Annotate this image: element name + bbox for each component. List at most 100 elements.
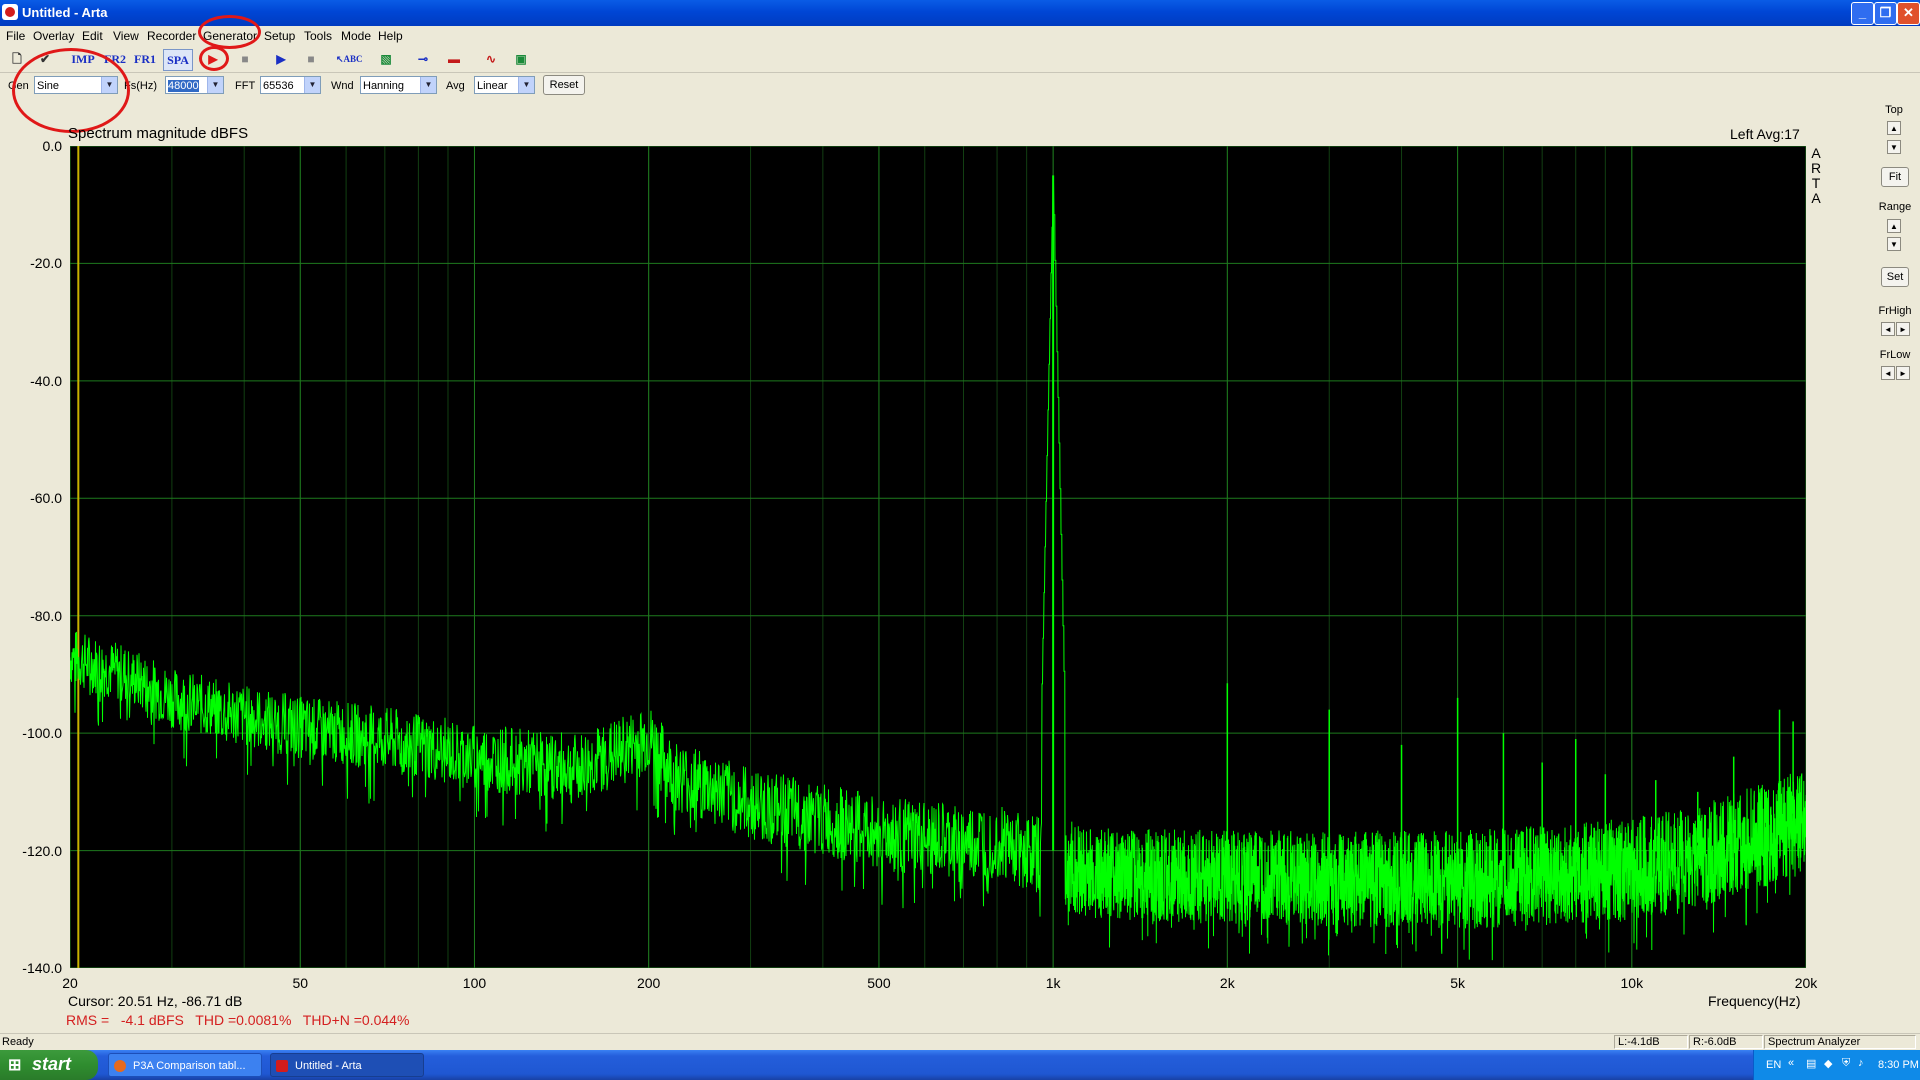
menu-mode[interactable]: Mode [341,29,371,43]
arta-icon [276,1060,288,1072]
mode-indicator: Spectrum Analyzer [1764,1035,1916,1049]
y-tick-label: -140.0 [22,960,62,976]
chevron-down-icon: ▼ [518,77,534,93]
arta-logo: A R T A [1810,146,1822,206]
x-tick-label: 20k [1794,975,1818,991]
record-stop-icon[interactable]: ■ [300,49,322,69]
x-tick-label: 200 [636,975,661,991]
top-label: Top [1885,104,1903,116]
title-bar: Untitled - Arta _ ❐ ✕ [0,0,1920,26]
menu-help[interactable]: Help [378,29,403,43]
frlow-right-button[interactable]: ► [1896,366,1910,380]
taskbar-item-firefox[interactable]: P3A Comparison tabl... [108,1053,262,1077]
x-tick-label: 100 [462,975,487,991]
window-type-select[interactable]: Hanning ▼ [360,76,437,94]
gen-highlight-circle [12,48,130,133]
frhigh-right-button[interactable]: ► [1896,322,1910,336]
cursor-readout: Cursor: 20.51 Hz, -86.71 dB [68,993,243,1009]
averaging-select[interactable]: Linear ▼ [474,76,535,94]
fit-button[interactable]: Fit [1881,167,1909,187]
clock[interactable]: 8:30 PM [1878,1059,1919,1071]
waveform-icon[interactable]: ∿ [480,49,502,69]
frlow-label: FrLow [1879,349,1911,361]
menu-recorder[interactable]: Recorder [147,29,196,43]
color-settings-icon[interactable]: ▬ [443,49,465,69]
system-tray: EN « ▤ ◆ ⛨ ♪ 8:30 PM [1753,1050,1920,1080]
chevron-down-icon: ▼ [304,77,320,93]
task-label: P3A Comparison tabl... [133,1060,246,1072]
right-level: R:-6.0dB [1689,1035,1763,1049]
cursor-tool-icon[interactable]: ⊸ [412,49,434,69]
top-down-button[interactable]: ▼ [1887,140,1901,154]
grid-settings-icon[interactable]: ▧ [375,49,397,69]
x-tick-label: 20 [62,975,78,991]
play-highlight-circle [199,46,229,71]
x-tick-label: 500 [867,975,891,991]
antivirus-icon[interactable]: ◆ [1824,1057,1832,1070]
frhigh-label: FrHigh [1878,305,1912,317]
volume-icon[interactable]: ♪ [1858,1057,1864,1069]
frlow-left-button[interactable]: ◄ [1881,366,1895,380]
y-tick-label: -60.0 [30,490,62,507]
oscilloscope-icon[interactable]: ▣ [510,49,532,69]
shield-icon[interactable]: ⛨ [1842,1057,1850,1070]
spa-mode-button[interactable]: SPA [163,49,193,71]
menu-view[interactable]: View [113,29,139,43]
fft-size-value: 65536 [263,80,294,92]
menu-tools[interactable]: Tools [304,29,332,43]
start-button[interactable]: ⊞ start [0,1050,98,1080]
taskbar: ⊞ start P3A Comparison tabl... Untitled … [0,1050,1920,1080]
reset-button[interactable]: Reset [543,75,585,95]
logo-letter: A [1811,145,1821,161]
menu-bar: File Overlay Edit View Recorder Generato… [0,26,1920,46]
y-tick-label: -100.0 [22,725,62,742]
averaging-value: Linear [477,80,508,92]
window-type-value: Hanning [363,80,404,92]
logo-letter: T [1811,175,1821,191]
restore-button[interactable]: ❐ [1874,2,1897,25]
minimize-button[interactable]: _ [1851,2,1874,25]
x-tick-label: 5k [1450,975,1465,991]
language-indicator[interactable]: EN [1766,1059,1781,1071]
generator-stop-icon[interactable]: ■ [234,49,256,69]
window-label: Wnd [331,80,354,92]
range-up-button[interactable]: ▲ [1887,219,1901,233]
range-down-button[interactable]: ▼ [1887,237,1901,251]
arta-app-icon[interactable] [2,4,18,20]
menu-edit[interactable]: Edit [82,29,103,43]
x-tick-label: 1k [1045,975,1061,991]
close-button[interactable]: ✕ [1897,2,1920,25]
windows-logo-icon: ⊞ [8,1057,22,1074]
frhigh-left-button[interactable]: ◄ [1881,322,1895,336]
fft-size-select[interactable]: 65536 ▼ [260,76,321,94]
spectrum-plot[interactable] [70,146,1806,968]
fr1-mode-button[interactable]: FR1 [132,49,158,69]
y-tick-label: 0.0 [42,138,62,154]
chart-title: Spectrum magnitude dBFS [68,125,249,142]
window-title: Untitled - Arta [22,5,108,20]
logo-letter: A [1811,190,1821,206]
taskbar-item-arta[interactable]: Untitled - Arta [270,1053,424,1077]
y-tick-label: -40.0 [30,372,62,389]
top-up-button[interactable]: ▲ [1887,121,1901,135]
x-tick-label: 50 [292,975,309,991]
annotation-icon[interactable]: ↖ABC [336,49,363,69]
sample-rate-value: 48000 [168,80,199,92]
sample-rate-select[interactable]: 48000 ▼ [165,76,224,94]
set-button[interactable]: Set [1881,267,1909,287]
toolbar: 🗋 ✔ IMP FR2 FR1 SPA ▶ ■ ▶ ■ ↖ABC ▧ ⊸ ▬ ∿… [0,46,1920,73]
menu-file[interactable]: File [6,29,25,43]
menu-setup[interactable]: Setup [264,29,295,43]
record-play-icon[interactable]: ▶ [270,49,292,69]
y-tick-label: -20.0 [30,255,62,272]
tray-arrow-icon[interactable]: « [1788,1057,1794,1069]
avg-label: Avg [446,80,465,92]
menu-overlay[interactable]: Overlay [33,29,74,43]
x-tick-label: 2k [1219,975,1235,991]
network-icon[interactable]: ▤ [1806,1057,1816,1070]
chevron-down-icon: ▼ [207,77,223,93]
start-label: start [32,1054,72,1074]
analyzer-controls: Gen Sine ▼ Fs(Hz) 48000 ▼ FFT 65536 ▼ Wn… [0,73,1920,100]
left-level: L:-4.1dB [1614,1035,1688,1049]
firefox-icon [114,1060,126,1072]
